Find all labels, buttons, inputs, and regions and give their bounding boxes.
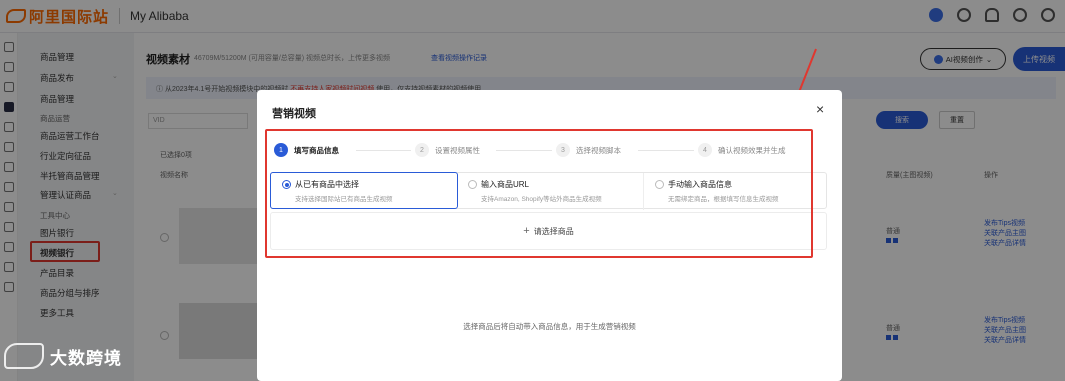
- watermark-logo-icon: [4, 343, 44, 369]
- dialog-hint: 选择商品后将自动带入商品信息，用于生成营销视频: [463, 322, 636, 331]
- watermark: 大数跨境: [4, 343, 122, 369]
- marketing-video-dialog: 营销视频 × 1 填写商品信息 2 设置视频属性 3 选择视频脚本 4 确认视频…: [257, 90, 842, 381]
- watermark-text: 大数跨境: [50, 348, 122, 368]
- dialog-title: 营销视频: [272, 108, 316, 120]
- annotation-highlight-box: [265, 129, 813, 258]
- close-icon[interactable]: ×: [816, 102, 824, 116]
